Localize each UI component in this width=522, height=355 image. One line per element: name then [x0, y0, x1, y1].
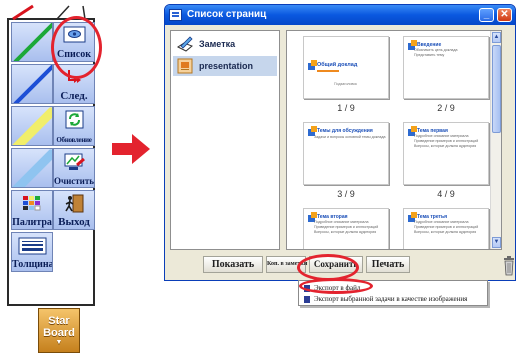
- window-title: Список страниц: [187, 9, 267, 20]
- clear-label: Очистить: [54, 176, 95, 186]
- color-grid-icon: [23, 196, 41, 211]
- export-selected-item[interactable]: Экспорт выбранной задачи в качестве изоб…: [302, 294, 467, 305]
- page-3-bullet-1: Задачи и вопросы основной темы доклада: [314, 135, 386, 139]
- slide-logo-icon: [308, 60, 317, 70]
- page-thumbnails: Общий доклад Подзаголовок 1 / 9 Введение…: [286, 30, 502, 250]
- scroll-thumb[interactable]: [492, 45, 501, 133]
- export-highlight-ring: [299, 278, 373, 294]
- page-5-bullet-3: Вопросы, которые должна аудитория: [314, 230, 377, 234]
- exit-button[interactable]: Выход: [53, 190, 95, 230]
- note-pencil-icon: [177, 36, 193, 52]
- page-3-title: Темы для обсуждения: [317, 128, 373, 134]
- page-number-3: 3 / 9: [337, 189, 355, 199]
- thickness-label: Толщина: [12, 259, 53, 270]
- note-label-1: Заметка: [199, 39, 236, 49]
- save-highlight-ring: [297, 254, 359, 281]
- logo-line-2: Board: [43, 327, 75, 339]
- show-button[interactable]: Показать: [203, 256, 263, 273]
- thickness-button[interactable]: Толщина: [11, 232, 53, 272]
- update-button[interactable]: Обновление: [53, 106, 95, 146]
- page-1-subtitle: Подзаголовок: [334, 82, 357, 86]
- next-label: След.: [60, 90, 88, 102]
- page-number-2: 2 / 9: [437, 103, 455, 113]
- page-thumbnail-3[interactable]: Темы для обсуждения Задачи и вопросы осн…: [303, 122, 389, 185]
- print-button[interactable]: Печать: [366, 256, 410, 273]
- page-2-bullet-2: Представить тему: [414, 53, 445, 57]
- page-thumbnail-4[interactable]: Тема первая Подробное описание материала…: [403, 122, 489, 185]
- trash-icon[interactable]: [503, 255, 515, 277]
- exit-door-icon: [65, 194, 84, 213]
- pen-stroke-green: [12, 23, 52, 61]
- note-item-note[interactable]: Заметка: [173, 34, 277, 54]
- colors-label: Палитра: [12, 217, 52, 228]
- page-number-1: 1 / 9: [337, 103, 355, 113]
- note-item-presentation[interactable]: presentation: [173, 56, 277, 76]
- exit-label: Выход: [58, 216, 90, 228]
- presentation-file-icon: [177, 58, 193, 74]
- logo-arrow-icon: ▼: [55, 339, 63, 346]
- page-thumbnail-1[interactable]: Общий доклад Подзаголовок: [303, 36, 389, 99]
- logo-line-1: Star: [48, 315, 70, 327]
- thumbnails-scrollbar[interactable]: ▲ ▼: [490, 31, 501, 249]
- refresh-icon: [65, 110, 84, 129]
- pen-stroke-lightblue: [12, 149, 52, 187]
- line-thickness-icon: [18, 237, 47, 255]
- starboard-logo[interactable]: Star Board ▼: [38, 308, 80, 353]
- page-thumbnail-2[interactable]: Введение Обозначить цель доклада Предста…: [403, 36, 489, 99]
- page-6-bullet-3: Вопросы, которые должна аудитория: [414, 230, 477, 234]
- window-titlebar[interactable]: Список страниц _ ✕: [165, 5, 515, 25]
- list-highlight-ring: [51, 16, 102, 79]
- close-button[interactable]: ✕: [497, 8, 512, 22]
- note-label-2: presentation: [199, 61, 254, 71]
- page-thumbnail-5[interactable]: Тема вторая Подробное описание материала…: [303, 208, 389, 249]
- page-thumbnail-6[interactable]: Тема третья Подробное описание материала…: [403, 208, 489, 249]
- pen-stroke-yellow: [12, 107, 52, 145]
- export-selected-label: Экспорт выбранной задачи в качестве изоб…: [314, 295, 468, 303]
- page-4-bullet-3: Вопросы, которые должна аудитория: [414, 144, 477, 148]
- page-number-4: 4 / 9: [437, 189, 455, 199]
- window-app-icon: [169, 9, 182, 21]
- pen-lightblue-tool[interactable]: [11, 148, 53, 188]
- notes-list: Заметка presentation: [170, 30, 280, 250]
- scroll-down-button[interactable]: ▼: [492, 237, 501, 248]
- pointer-arrow-icon: [112, 134, 150, 164]
- page-1-rule: [317, 70, 339, 72]
- page-list-window: Список страниц _ ✕ Заметка presentation …: [164, 4, 516, 281]
- pen-green-tool[interactable]: [11, 22, 53, 62]
- clear-button[interactable]: Очистить: [53, 148, 95, 188]
- clear-board-icon: [64, 153, 85, 170]
- page-1-title: Общий доклад: [317, 62, 358, 68]
- pen-yellow-tool[interactable]: [11, 106, 53, 146]
- pen-blue-tool[interactable]: [11, 64, 53, 104]
- scroll-up-button[interactable]: ▲: [492, 32, 501, 43]
- update-label: Обновление: [56, 136, 92, 144]
- color-palette-button[interactable]: Палитра: [11, 190, 53, 230]
- minimize-button[interactable]: _: [479, 8, 494, 22]
- export-image-icon: [304, 296, 310, 303]
- pen-stroke-blue: [12, 65, 52, 103]
